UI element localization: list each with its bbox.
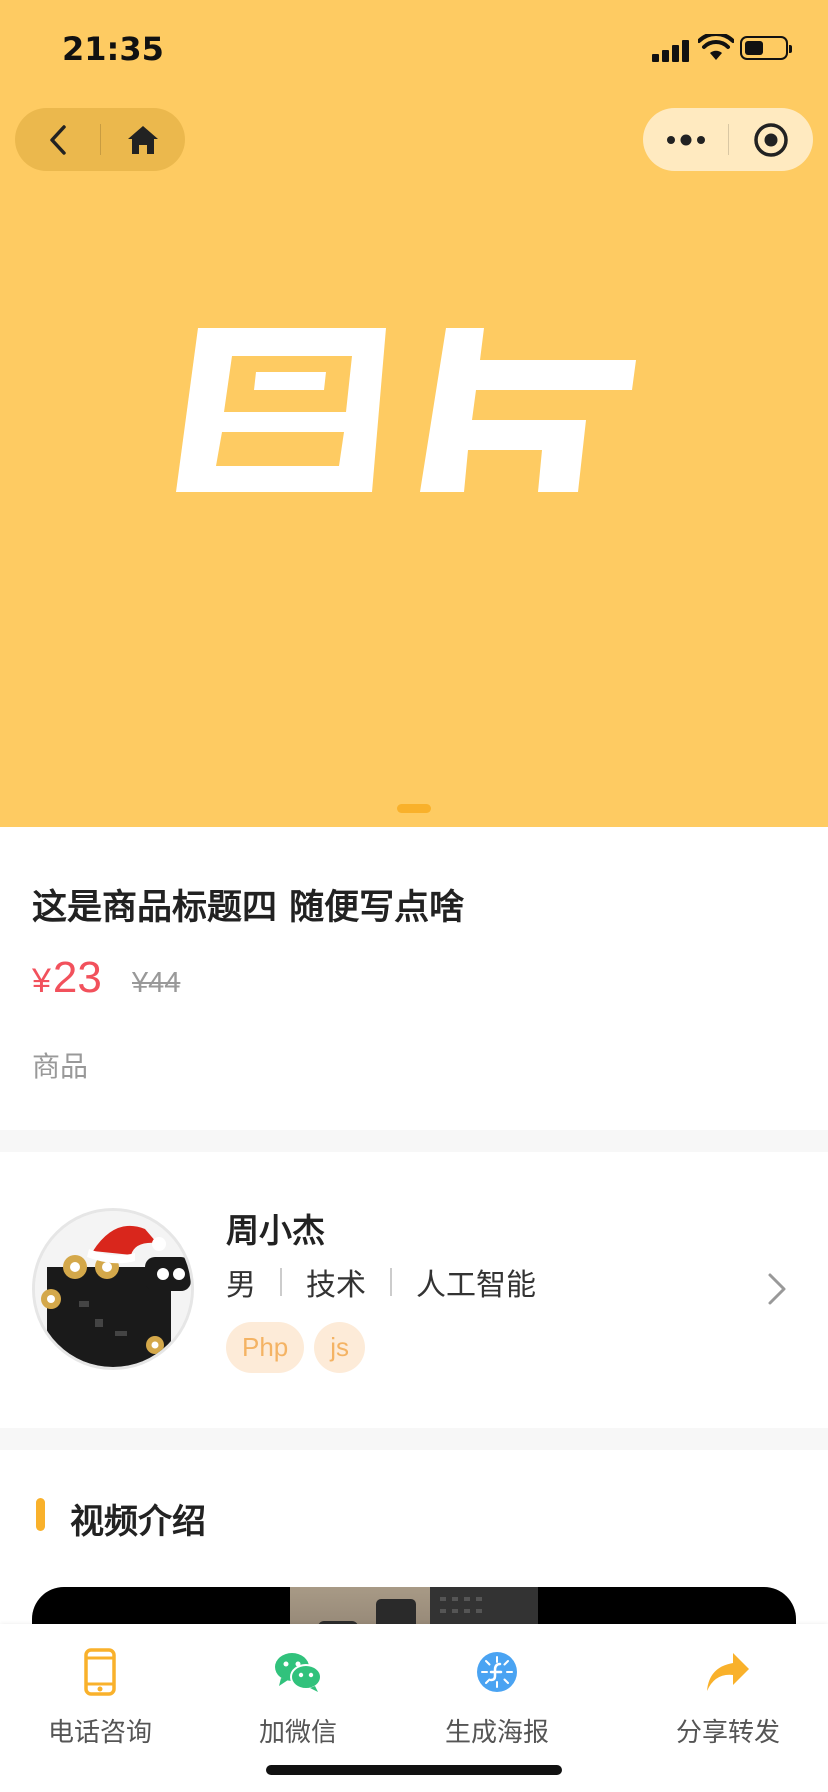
carousel-indicator[interactable] [397, 804, 431, 813]
status-bar: 21:35 [0, 0, 828, 100]
product-title: 这是商品标题四 随便写点啥 [32, 888, 465, 928]
wechat-icon [272, 1646, 324, 1698]
generate-poster-button[interactable]: 生成海报 [417, 1646, 577, 1749]
product-category: 商品 [32, 1050, 89, 1083]
skill-tag: js [314, 1322, 366, 1373]
hero-banner: 21:35 [0, 0, 828, 827]
phone-icon [74, 1646, 126, 1698]
seller-name: 周小杰 [226, 1211, 325, 1250]
action-label: 电话咨询 [47, 1718, 152, 1748]
close-button[interactable] [729, 108, 813, 171]
seller-card[interactable]: 周小杰 男 技术 人工智能 Php js [0, 1152, 828, 1428]
seller-role: 技术 [306, 1268, 366, 1303]
phone-consult-button[interactable]: 电话咨询 [20, 1646, 180, 1749]
more-dots-icon [666, 134, 705, 145]
more-button[interactable] [643, 108, 728, 171]
divider [390, 1268, 392, 1296]
current-price: ¥23 [32, 953, 102, 1003]
home-indicator [266, 1765, 562, 1775]
divider [280, 1268, 282, 1296]
action-label: 分享转发 [675, 1718, 780, 1748]
currency-symbol: ¥ [32, 962, 51, 1000]
share-icon [702, 1646, 754, 1698]
product-info: 这是商品标题四 随便写点啥 ¥23 ¥44 商品 [0, 827, 828, 1130]
home-button[interactable] [101, 108, 185, 171]
menu-capsule [643, 108, 813, 171]
section-divider [0, 1428, 828, 1450]
price-value: 23 [52, 953, 102, 1002]
seller-gender: 男 [226, 1268, 256, 1303]
section-divider [0, 1130, 828, 1152]
battery-icon [740, 36, 792, 60]
back-button[interactable] [15, 108, 100, 171]
cellular-signal-icon [652, 38, 692, 62]
action-label: 加微信 [258, 1718, 337, 1748]
original-price: ¥44 [132, 967, 181, 999]
chevron-left-icon [49, 124, 66, 155]
skill-tags: Php js [226, 1322, 375, 1373]
target-circle-icon [754, 122, 788, 157]
share-forward-button[interactable]: 分享转发 [648, 1646, 808, 1749]
avatar [32, 1208, 194, 1370]
action-label: 生成海报 [444, 1718, 549, 1748]
section-accent-bar [36, 1498, 45, 1531]
status-time: 21:35 [62, 30, 164, 68]
seller-field: 人工智能 [416, 1268, 536, 1303]
home-icon [128, 125, 158, 154]
seller-meta: 男 技术 人工智能 [226, 1260, 536, 1304]
avatar-image [35, 1211, 191, 1367]
section-title: 视频介绍 [70, 1502, 206, 1542]
chevron-right-icon [768, 1273, 786, 1305]
add-wechat-button[interactable]: 加微信 [218, 1646, 378, 1749]
wifi-icon [698, 34, 734, 60]
placeholder-image-icon [176, 328, 636, 492]
nav-capsule [15, 108, 185, 171]
poster-icon [471, 1646, 523, 1698]
skill-tag: Php [226, 1322, 305, 1373]
